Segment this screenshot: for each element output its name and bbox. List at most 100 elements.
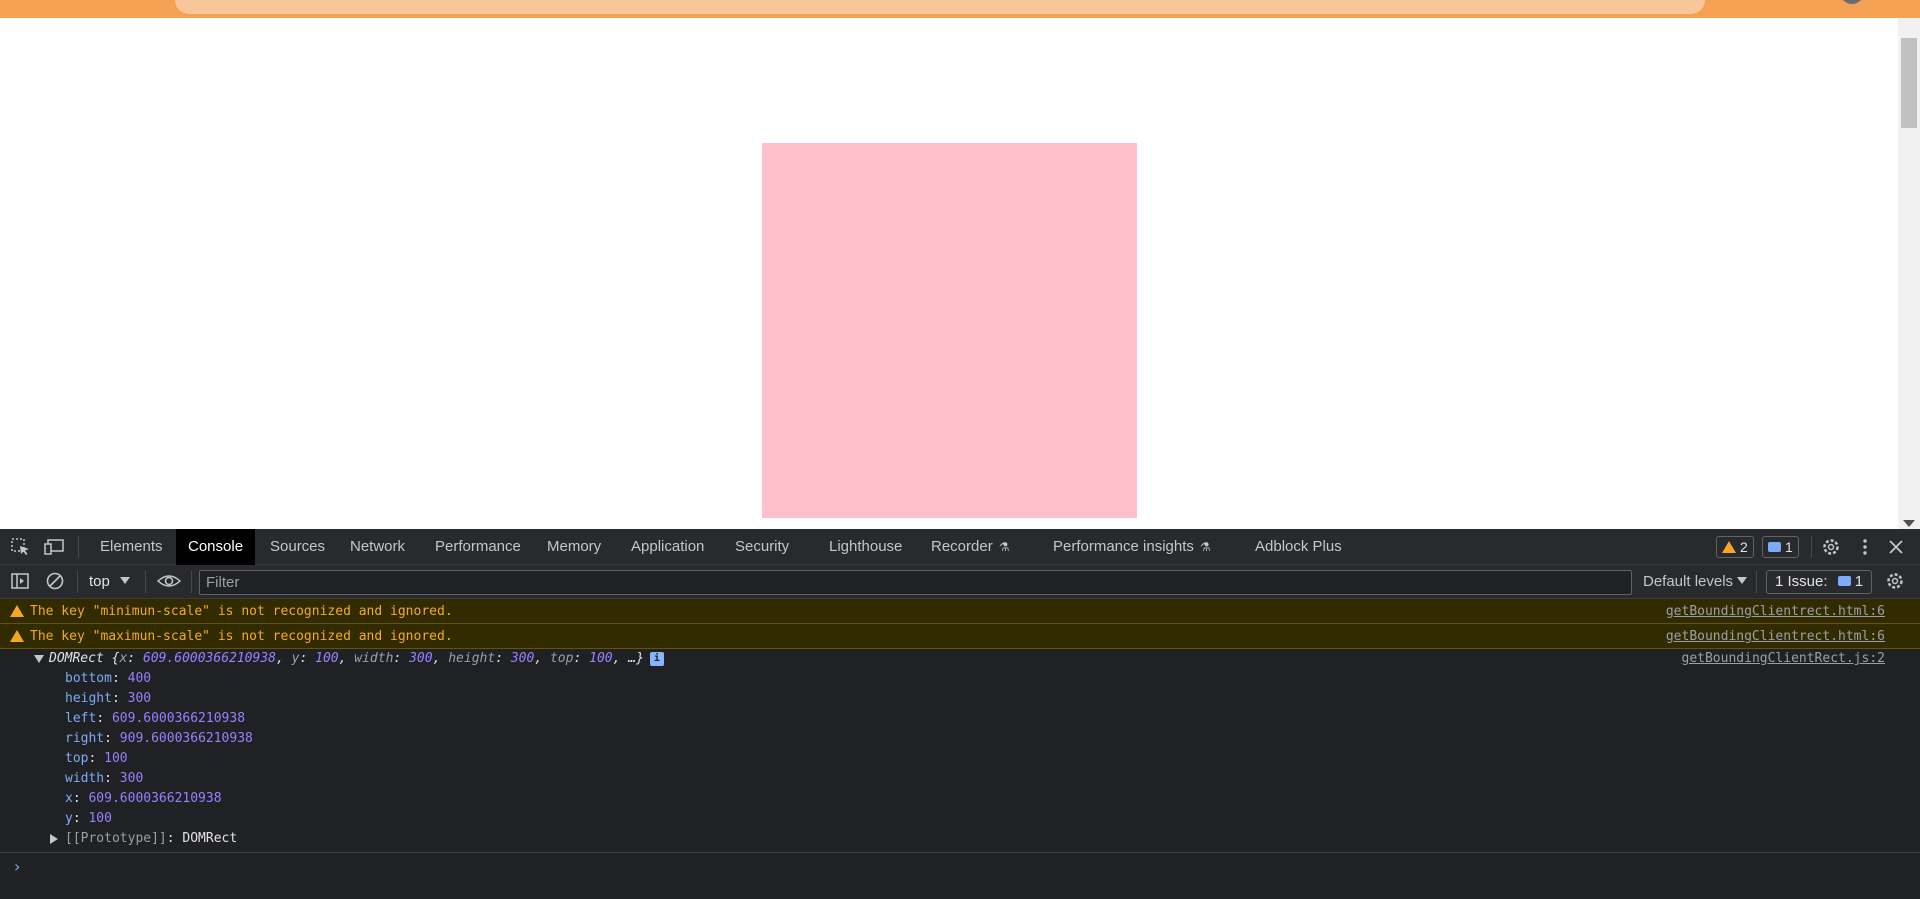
summary-ellipsis: …	[628, 651, 637, 666]
device-toolbar-icon[interactable]	[44, 537, 66, 557]
object-property: height: 300	[65, 691, 152, 706]
summary-height: 300	[510, 651, 535, 666]
object-property: x: 609.6000366210938	[65, 791, 222, 806]
prototype-row[interactable]: [[Prototype]]: DOMRect	[50, 829, 238, 849]
warning-message: The key "maximun-scale" is not recognize…	[30, 629, 453, 644]
object-property: width: 300	[65, 771, 144, 786]
tab-performance-insights[interactable]: Performance insights ⚗	[1041, 529, 1223, 565]
object-property: right: 909.6000366210938	[65, 731, 253, 746]
warnings-badge[interactable]: 2	[1716, 536, 1754, 558]
context-value: top	[89, 573, 110, 590]
flask-icon: ⚗	[998, 540, 1010, 554]
source-link[interactable]: getBoundingClientrect.html:6	[1666, 624, 1885, 649]
message-icon	[1837, 576, 1851, 586]
scrollbar-thumb[interactable]	[1901, 38, 1917, 128]
warning-message: The key "minimun-scale" is not recognize…	[30, 604, 453, 619]
object-property: bottom: 400	[65, 671, 152, 686]
tab-performance-insights-label: Performance insights	[1053, 538, 1194, 555]
property-key: right	[65, 731, 105, 746]
console-toolbar: top Default levels 1 Issue: 1	[0, 565, 1920, 599]
property-key: top	[65, 751, 89, 766]
tab-network[interactable]: Network	[338, 529, 417, 565]
tab-lighthouse[interactable]: Lighthouse	[817, 529, 914, 565]
property-key: width	[65, 771, 105, 786]
object-summary[interactable]: DOMRect {x: 609.6000366210938, y: 100, w…	[49, 649, 664, 669]
tab-recorder-label: Recorder	[931, 538, 993, 555]
divider	[0, 852, 1920, 854]
property-value: 100	[88, 811, 112, 826]
tab-sources[interactable]: Sources	[258, 529, 337, 565]
log-levels-label: Default levels	[1643, 573, 1734, 590]
issues-button[interactable]: 1 Issue: 1	[1766, 570, 1873, 594]
pink-box	[762, 143, 1137, 518]
summary-top: 100	[589, 651, 613, 666]
context-selector[interactable]: top	[89, 571, 130, 593]
page-scrollbar[interactable]	[1898, 18, 1920, 529]
eye-icon[interactable]	[156, 571, 182, 591]
property-value: 400	[127, 671, 152, 686]
object-property: y: 100	[65, 811, 112, 826]
toolbar-divider	[77, 571, 78, 593]
page-viewport	[0, 18, 1920, 529]
profile-avatar[interactable]	[1840, 0, 1864, 4]
tab-recorder[interactable]: Recorder ⚗	[919, 529, 1021, 565]
message-icon	[1768, 542, 1781, 552]
property-key: bottom	[65, 671, 112, 686]
console-prompt-icon[interactable]: ›	[14, 857, 20, 876]
toolbar-divider	[145, 571, 146, 593]
object-log-row: DOMRect {x: 609.6000366210938, y: 100, w…	[0, 649, 1920, 669]
clear-console-icon[interactable]	[44, 571, 66, 591]
sidebar-toggle-icon[interactable]	[10, 571, 32, 591]
address-bar[interactable]	[175, 0, 1705, 14]
warning-icon	[1722, 541, 1736, 553]
tab-memory[interactable]: Memory	[535, 529, 613, 565]
toolbar-divider	[191, 571, 192, 593]
console-settings-gear-icon[interactable]	[1884, 571, 1906, 591]
chevron-down-icon	[119, 577, 130, 584]
scroll-down-arrow-icon[interactable]	[1903, 520, 1915, 527]
messages-badge[interactable]: 1	[1762, 536, 1799, 558]
tab-console[interactable]: Console	[176, 529, 256, 565]
tab-elements[interactable]: Elements	[88, 529, 175, 565]
property-key: x	[65, 791, 73, 806]
inspect-element-icon[interactable]	[10, 537, 32, 557]
property-value: 609.6000366210938	[88, 791, 222, 806]
issues-count: 1	[1854, 573, 1864, 590]
expand-triangle-icon[interactable]	[50, 834, 58, 844]
toolbar-divider	[1811, 536, 1812, 558]
property-value: 609.6000366210938	[111, 711, 246, 726]
property-key: y	[65, 811, 73, 826]
prototype-key: [[Prototype]]	[65, 831, 167, 846]
summary-y: 100	[315, 651, 339, 666]
object-property: left: 609.6000366210938	[65, 711, 246, 726]
console-warning-row: The key "maximun-scale" is not recognize…	[0, 624, 1920, 649]
issues-label: 1 Issue:	[1775, 573, 1828, 590]
toolbar-divider	[1756, 571, 1757, 593]
tab-performance[interactable]: Performance	[423, 529, 533, 565]
toolbar-divider	[78, 536, 79, 558]
kebab-menu-icon[interactable]	[1854, 537, 1876, 557]
property-key: left	[65, 711, 97, 726]
filter-input[interactable]	[199, 570, 1632, 595]
source-link[interactable]: getBoundingClientrect.html:6	[1666, 599, 1885, 624]
summary-width: 300	[409, 651, 433, 666]
browser-frame	[0, 0, 1920, 18]
warning-icon	[10, 630, 24, 642]
property-value: 300	[127, 691, 152, 706]
summary-x: 609.6000366210938	[142, 651, 276, 666]
expand-triangle-icon[interactable]	[34, 655, 44, 663]
tab-application[interactable]: Application	[619, 529, 716, 565]
tab-security[interactable]: Security	[723, 529, 801, 565]
property-value: 100	[104, 751, 128, 766]
prototype-value: DOMRect	[182, 831, 238, 846]
tab-adblock-plus[interactable]: Adblock Plus	[1243, 529, 1354, 565]
flask-icon: ⚗	[1199, 540, 1211, 554]
close-icon[interactable]	[1885, 537, 1907, 557]
source-link[interactable]: getBoundingClientRect.js:2	[1682, 649, 1886, 669]
info-icon[interactable]: i	[649, 652, 664, 666]
log-levels-dropdown[interactable]: Default levels	[1643, 571, 1748, 593]
property-value: 909.6000366210938	[119, 731, 253, 746]
warning-icon	[10, 605, 24, 617]
console-warning-row: The key "minimun-scale" is not recognize…	[0, 599, 1920, 624]
gear-icon[interactable]	[1820, 537, 1842, 557]
